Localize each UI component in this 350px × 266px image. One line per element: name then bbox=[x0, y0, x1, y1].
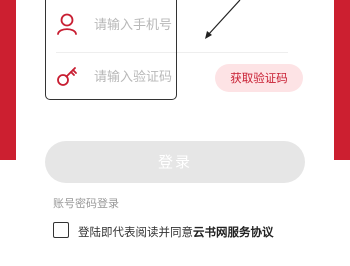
annotation-box bbox=[45, 0, 177, 100]
agreement-prefix: 登陆即代表阅读并同意 bbox=[78, 225, 193, 239]
get-code-button[interactable]: 获取验证码 bbox=[215, 64, 303, 92]
background-left-red bbox=[0, 0, 16, 160]
password-login-link[interactable]: 账号密码登录 bbox=[53, 195, 119, 211]
annotation-arrow bbox=[205, 0, 241, 39]
service-agreement-link[interactable]: 云书网服务协议 bbox=[193, 225, 274, 239]
agreement-checkbox[interactable] bbox=[53, 222, 69, 238]
agreement-text: 登陆即代表阅读并同意云书网服务协议 bbox=[78, 224, 274, 240]
login-button[interactable]: 登录 bbox=[45, 141, 305, 183]
background-right-red bbox=[334, 0, 350, 160]
